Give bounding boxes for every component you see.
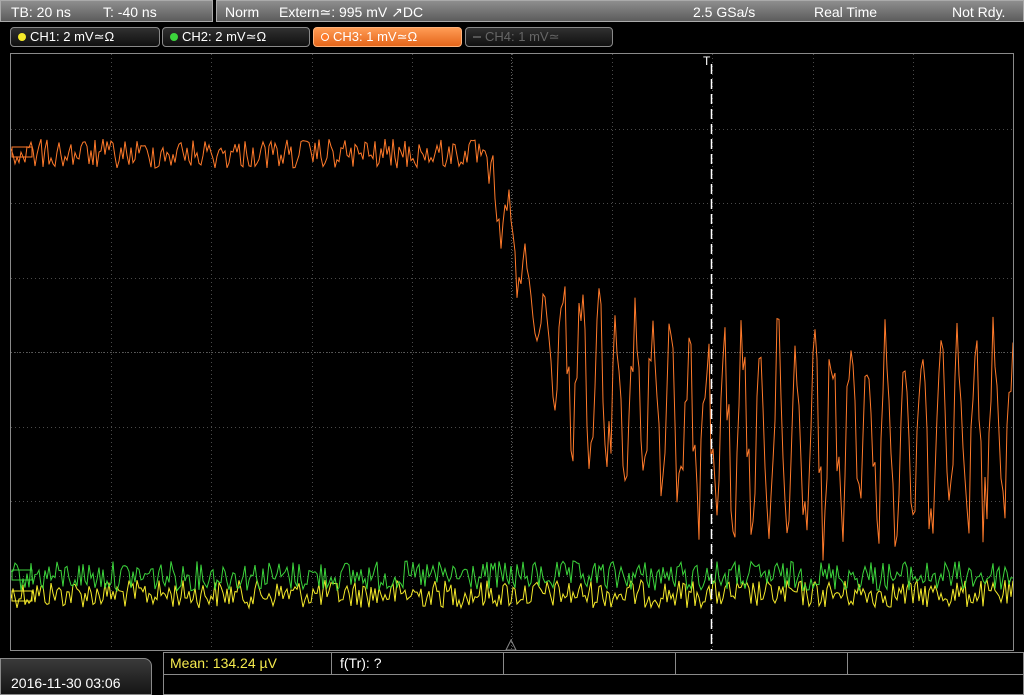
sample-rate-label: 2.5 GSa/s — [693, 4, 756, 20]
trigger-marker-icon[interactable]: T — [703, 54, 710, 68]
ch1-color-dot-icon — [18, 33, 26, 41]
trigger-time-label: T: -40 ns — [103, 4, 157, 20]
measurement-panel[interactable]: Mean: 134.24 µV f(Tr): ? — [163, 652, 1024, 695]
run-state-label: Not Rdy. — [952, 4, 1006, 20]
timebase-label: TB: 20 ns — [11, 4, 71, 20]
measurement-cell — [504, 653, 676, 674]
trigger-frequency-measurement: f(Tr): ? — [340, 655, 382, 671]
channel-label: CH4: 1 mV≃ — [485, 29, 560, 44]
datetime-label: 2016-11-30 03:06 — [11, 675, 121, 691]
timebase-panel[interactable]: TB: 20 ns T: -40 ns — [0, 0, 213, 22]
channel-tab-ch4[interactable]: CH4: 1 mV≃ — [465, 27, 613, 47]
mean-measurement: Mean: 134.24 µV — [170, 655, 277, 671]
channel-tab-ch3[interactable]: CH3: 1 mV≃Ω — [313, 27, 462, 47]
ch2-level-marker-icon — [11, 569, 33, 581]
status-bar: TB: 20 ns T: -40 ns Norm Extern≃: 995 mV… — [0, 0, 1024, 24]
waveform-canvas — [11, 54, 1013, 650]
acquisition-mode-label: Real Time — [814, 4, 878, 20]
waveform-display[interactable] — [10, 53, 1014, 651]
trigger-panel[interactable]: Norm Extern≃: 995 mV ↗DC 2.5 GSa/s Real … — [216, 0, 1024, 22]
datetime-panel: 2016-11-30 03:06 — [0, 658, 152, 695]
channel-tab-ch1[interactable]: CH1: 2 mV≃Ω — [10, 27, 160, 47]
measurement-cell — [676, 653, 848, 674]
ch4-color-dot-icon — [473, 36, 481, 38]
trigger-source-label: Extern≃: 995 mV ↗DC — [279, 4, 424, 20]
ch2-color-dot-icon — [170, 33, 178, 41]
channel-label: CH2: 2 mV≃Ω — [182, 29, 267, 44]
channel-tab-ch2[interactable]: CH2: 2 mV≃Ω — [162, 27, 310, 47]
channel-label: CH3: 1 mV≃Ω — [333, 29, 418, 44]
ch3-color-dot-icon — [321, 33, 329, 41]
divider — [164, 674, 1023, 675]
trigger-mode-label: Norm — [225, 4, 260, 20]
channel-label: CH1: 2 mV≃Ω — [30, 29, 115, 44]
